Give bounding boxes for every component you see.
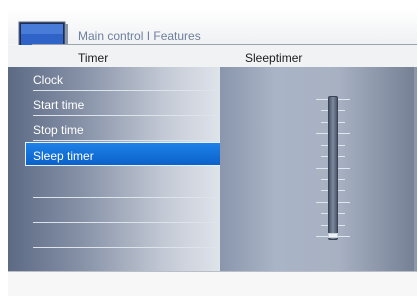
menu-divider: [33, 247, 220, 248]
slider-tick: [338, 156, 345, 158]
slider-track: [328, 96, 338, 240]
slider-tick: [316, 167, 328, 169]
menu-item-sleep-timer[interactable]: Sleep timer: [25, 142, 221, 166]
slider-tick: [338, 110, 345, 112]
column-title-sleeptimer: Sleeptimer: [245, 51, 303, 65]
slider-tick: [338, 213, 345, 215]
slider-tick: [316, 99, 328, 100]
slider-tick: [338, 121, 345, 123]
menu-header: Main control I Features: [8, 8, 417, 53]
slider-tick: [338, 167, 350, 169]
sleeptimer-slider[interactable]: [314, 96, 354, 242]
slider-tick: [316, 201, 328, 203]
menu-item-stop-time[interactable]: Stop time: [8, 117, 220, 141]
column-title-timer: Timer: [78, 51, 109, 65]
slider-tick: [321, 156, 328, 158]
slider-tick: [321, 110, 328, 112]
slider-tick: [338, 99, 350, 100]
menu-divider: [33, 140, 220, 141]
menu-list: Clock Start time Stop time Sleep timer: [8, 67, 221, 273]
slider-tick: [321, 144, 328, 146]
slider-handle[interactable]: [328, 233, 338, 238]
slider-tick: [321, 121, 328, 123]
slider-tick: [321, 178, 328, 180]
breadcrumb: Main control I Features: [78, 29, 201, 43]
menu-item-start-time[interactable]: Start time: [8, 92, 220, 116]
slider-tick: [316, 133, 328, 135]
slider-tick: [338, 201, 350, 203]
slider-tick: [321, 190, 328, 192]
slider-tick: [338, 178, 345, 180]
menu-item-label: Clock: [33, 73, 64, 87]
menu-divider: [33, 90, 220, 91]
sleeptimer-panel: [220, 67, 417, 271]
slider-tick: [338, 190, 345, 192]
menu-item-clock[interactable]: Clock: [8, 67, 220, 91]
column-headers: Timer Sleeptimer: [8, 45, 417, 67]
slider-tick: [338, 144, 345, 146]
slider-tick: [338, 133, 350, 135]
footer-bar: [8, 271, 417, 296]
slider-tick: [338, 224, 345, 226]
slider-tick: [338, 236, 350, 237]
menu-item-label: Sleep timer: [33, 149, 94, 163]
slider-tick: [321, 224, 328, 226]
menu-item-empty-3[interactable]: [8, 224, 220, 248]
panel-edge: [414, 67, 417, 271]
menu-divider: [33, 197, 220, 198]
menu-divider: [33, 222, 220, 223]
tv-menu-screen: Main control I Features Timer Sleeptimer…: [8, 8, 417, 296]
slider-tick: [321, 213, 328, 215]
menu-item-label: Stop time: [33, 123, 84, 137]
menu-divider: [33, 115, 220, 116]
menu-item-empty-4[interactable]: [8, 249, 220, 273]
menu-item-label: Start time: [33, 98, 85, 112]
slider-tick: [316, 236, 328, 237]
menu-item-empty-1[interactable]: [8, 174, 220, 198]
menu-item-empty-2[interactable]: [8, 199, 220, 223]
